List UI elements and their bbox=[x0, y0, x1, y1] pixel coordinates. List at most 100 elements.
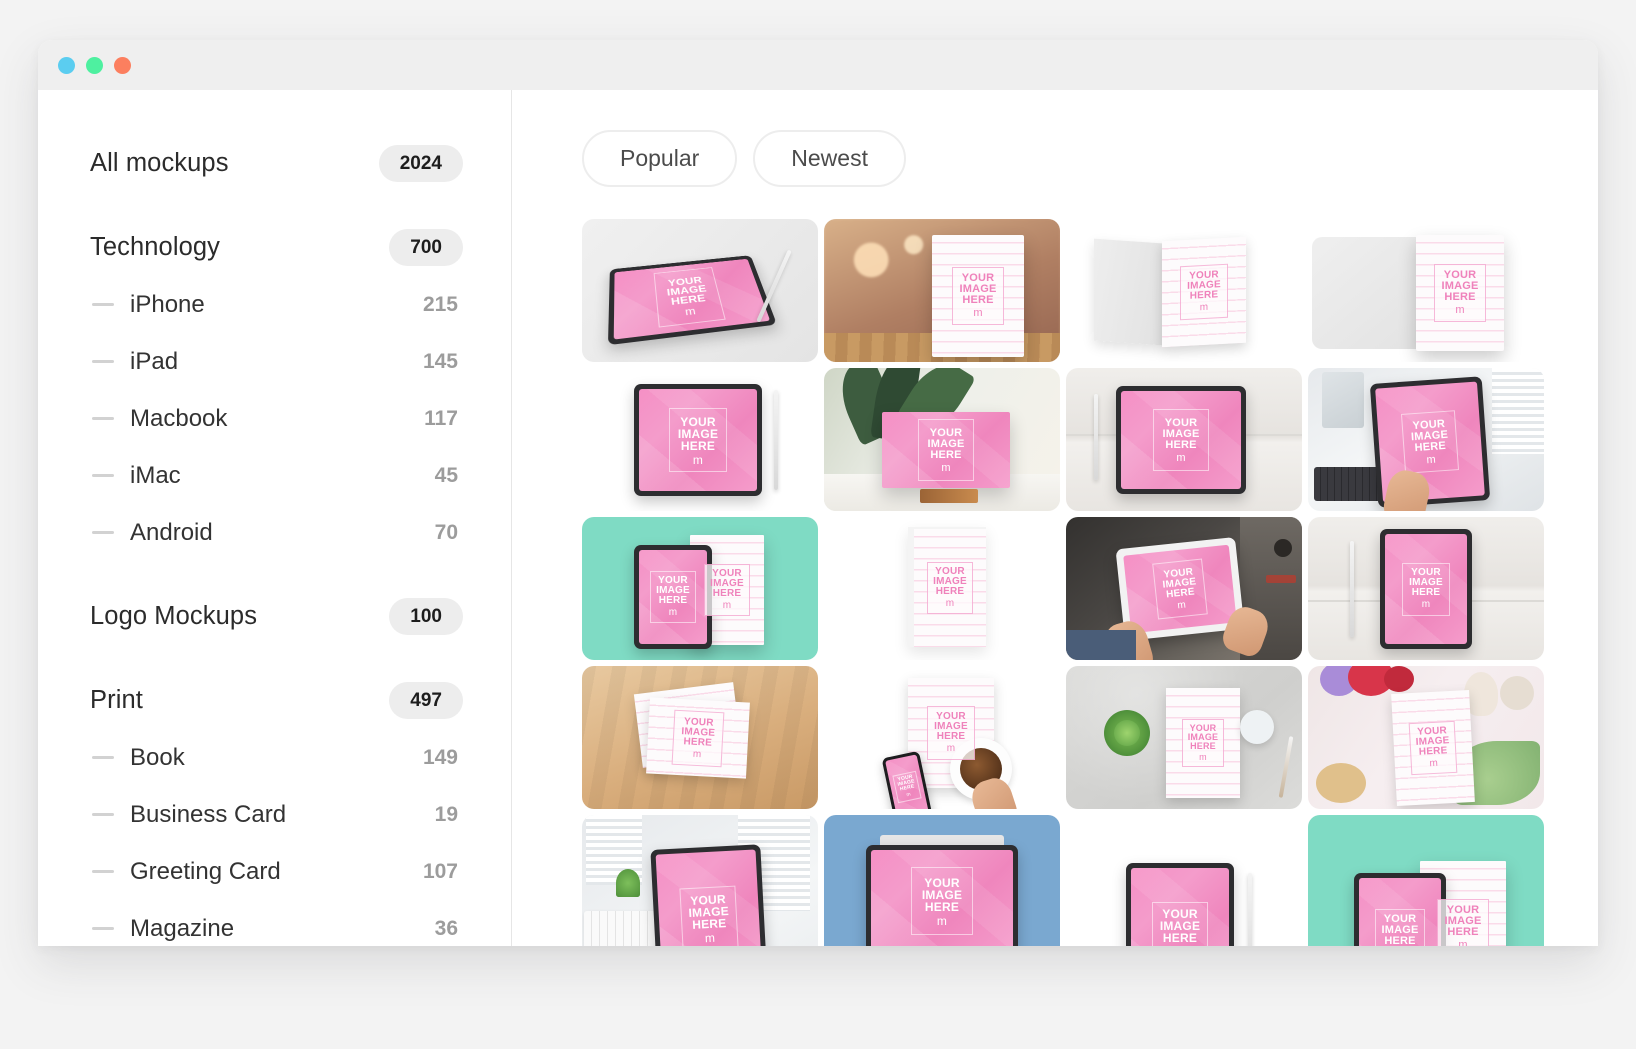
mockup-thumbnail[interactable]: YOUR IMAGE HERE m bbox=[582, 368, 818, 511]
mockup-thumbnail[interactable]: YOUR IMAGE HERE m bbox=[1308, 219, 1544, 362]
sidebar-item-print[interactable]: Print 497 bbox=[90, 671, 463, 729]
mockup-thumbnail[interactable]: YOUR IMAGE HERE m bbox=[1066, 219, 1302, 362]
sidebar-item-content: Print bbox=[90, 686, 143, 715]
sidebar-item-label: Logo Mockups bbox=[90, 602, 257, 631]
placeholder-logo: m bbox=[1188, 753, 1219, 762]
sidebar-item-logo-mockups[interactable]: Logo Mockups 100 bbox=[90, 587, 463, 645]
window-body: All mockups 2024 Technology 700 iPhone 2… bbox=[38, 90, 1598, 946]
sidebar-item-label: Android bbox=[130, 519, 213, 547]
mockup-thumbnail[interactable]: YOUR IMAGE HERE m bbox=[824, 517, 1060, 660]
mockup-browser: Popular Newest YOUR IMAGE HERE m bbox=[512, 90, 1598, 946]
spacer bbox=[90, 561, 463, 587]
dash-icon bbox=[92, 927, 114, 930]
sidebar-item-content: Android bbox=[92, 519, 213, 547]
mockup-thumbnail[interactable]: YOUR IMAGE HERE m bbox=[1308, 517, 1544, 660]
sidebar-item-content: iPad bbox=[92, 348, 178, 376]
mockup-thumbnail[interactable]: YOUR IMAGE HERE m bbox=[1066, 815, 1302, 946]
placeholder-line-3: HERE bbox=[683, 736, 712, 748]
sidebar-item-badge: 497 bbox=[389, 682, 463, 719]
placeholder-line-3: HERE bbox=[1190, 290, 1219, 302]
sidebar-item-label: iMac bbox=[130, 462, 181, 490]
placeholder-line-3: HERE bbox=[713, 588, 742, 599]
sidebar-item-content: Business Card bbox=[92, 801, 286, 829]
sidebar-item-content: Technology bbox=[90, 233, 220, 262]
tab-popular[interactable]: Popular bbox=[582, 130, 737, 187]
mockup-thumbnail[interactable]: YOUR IMAGE HERE m bbox=[824, 219, 1060, 362]
placeholder-logo: m bbox=[1412, 453, 1450, 467]
sidebar-item-count: 45 bbox=[435, 464, 463, 488]
sidebar-item-content: Magazine bbox=[92, 915, 234, 943]
mockup-thumbnail[interactable]: YOUR IMAGE HERE m bbox=[1066, 368, 1302, 511]
mockup-thumbnail[interactable]: YOUR IMAGE HERE m bbox=[824, 815, 1060, 946]
mockup-thumbnail[interactable]: YOUR IMAGE HERE m bbox=[582, 815, 818, 946]
minimize-dot[interactable] bbox=[86, 57, 103, 74]
sidebar-item-count: 19 bbox=[435, 803, 463, 827]
sidebar-item-ipad[interactable]: iPad 145 bbox=[90, 333, 463, 390]
category-sidebar: All mockups 2024 Technology 700 iPhone 2… bbox=[38, 90, 512, 946]
sidebar-item-imac[interactable]: iMac 45 bbox=[90, 447, 463, 504]
sidebar-item-label: iPhone bbox=[130, 291, 205, 319]
placeholder-line-3: HERE bbox=[962, 294, 993, 306]
sidebar-item-iphone[interactable]: iPhone 215 bbox=[90, 276, 463, 333]
sort-tabs: Popular Newest bbox=[582, 130, 1598, 187]
sidebar-item-count: 117 bbox=[424, 407, 463, 431]
maximize-dot[interactable] bbox=[114, 57, 131, 74]
tab-newest[interactable]: Newest bbox=[753, 130, 906, 187]
placeholder-logo: m bbox=[959, 308, 996, 319]
dash-icon bbox=[92, 756, 114, 759]
sidebar-item-badge: 700 bbox=[389, 229, 463, 266]
placeholder-logo: m bbox=[1409, 600, 1443, 610]
mockup-thumbnail[interactable]: YOUR IMAGE HERE m bbox=[1066, 666, 1302, 809]
sidebar-item-book[interactable]: Book 149 bbox=[90, 729, 463, 786]
placeholder-logo: m bbox=[900, 791, 918, 800]
mockup-thumbnail[interactable]: YOUR IMAGE HERE m bbox=[1308, 368, 1544, 511]
placeholder-line-3: HERE bbox=[937, 731, 966, 742]
sidebar-item-macbook[interactable]: Macbook 117 bbox=[90, 390, 463, 447]
placeholder-line-3: HERE bbox=[1414, 439, 1446, 453]
placeholder-logo: m bbox=[922, 915, 962, 927]
sidebar-item-label: Magazine bbox=[130, 915, 234, 943]
sidebar-item-all-mockups[interactable]: All mockups 2024 bbox=[90, 134, 463, 192]
placeholder-line-3: HERE bbox=[1447, 926, 1478, 938]
sidebar-item-content: iPhone bbox=[92, 291, 205, 319]
window-titlebar bbox=[38, 40, 1598, 90]
placeholder-line-3: HERE bbox=[1166, 586, 1196, 600]
sidebar-item-magazine[interactable]: Magazine 36 bbox=[90, 900, 463, 946]
dash-icon bbox=[92, 474, 114, 477]
sidebar-item-label: Technology bbox=[90, 233, 220, 262]
sidebar-item-label: Book bbox=[130, 744, 185, 772]
sidebar-item-business-card[interactable]: Business Card 19 bbox=[90, 786, 463, 843]
mockup-grid: YOUR IMAGE HERE m YOUR bbox=[582, 219, 1598, 946]
placeholder-logo: m bbox=[933, 599, 967, 609]
mockup-thumbnail[interactable]: YOUR IMAGE HERE m bbox=[582, 666, 818, 809]
mockup-thumbnail[interactable]: YOUR IMAGE HERE m bbox=[824, 368, 1060, 511]
mockup-thumbnail[interactable]: YOUR IMAGE HERE m YOUR IMAGE bbox=[824, 666, 1060, 809]
sidebar-item-content: Macbook bbox=[92, 405, 227, 433]
sidebar-item-label: Business Card bbox=[130, 801, 286, 829]
sidebar-item-content: Book bbox=[92, 744, 185, 772]
spacer bbox=[90, 645, 463, 671]
dash-icon bbox=[92, 870, 114, 873]
mockup-thumbnail[interactable]: YOUR IMAGE HERE m bbox=[582, 219, 818, 362]
mockup-thumbnail[interactable]: YOUR IMAGE HERE m YOUR IMAGE HERE bbox=[1308, 815, 1544, 946]
sidebar-item-content: Logo Mockups bbox=[90, 602, 257, 631]
placeholder-line-3: HERE bbox=[936, 586, 965, 597]
dash-icon bbox=[92, 417, 114, 420]
sidebar-item-android[interactable]: Android 70 bbox=[90, 504, 463, 561]
mockup-thumbnail[interactable]: YOUR IMAGE HERE m YOUR IMAGE HERE bbox=[582, 517, 818, 660]
sidebar-item-count: 107 bbox=[423, 860, 463, 884]
sidebar-item-technology[interactable]: Technology 700 bbox=[90, 218, 463, 276]
close-dot[interactable] bbox=[58, 57, 75, 74]
dash-icon bbox=[92, 303, 114, 306]
placeholder-logo: m bbox=[1164, 599, 1199, 612]
dash-icon bbox=[92, 813, 114, 816]
sidebar-item-badge: 100 bbox=[389, 598, 463, 635]
placeholder-line-3: HERE bbox=[1444, 291, 1475, 303]
mockup-thumbnail[interactable]: YOUR IMAGE HERE m bbox=[1066, 517, 1302, 660]
placeholder-line-3: HERE bbox=[1190, 741, 1216, 751]
sidebar-item-label: Print bbox=[90, 686, 143, 715]
mockup-thumbnail[interactable]: YOUR IMAGE HERE m bbox=[1308, 666, 1544, 809]
placeholder-logo: m bbox=[1444, 940, 1481, 946]
placeholder-line-3: HERE bbox=[659, 595, 688, 606]
sidebar-item-greeting-card[interactable]: Greeting Card 107 bbox=[90, 843, 463, 900]
